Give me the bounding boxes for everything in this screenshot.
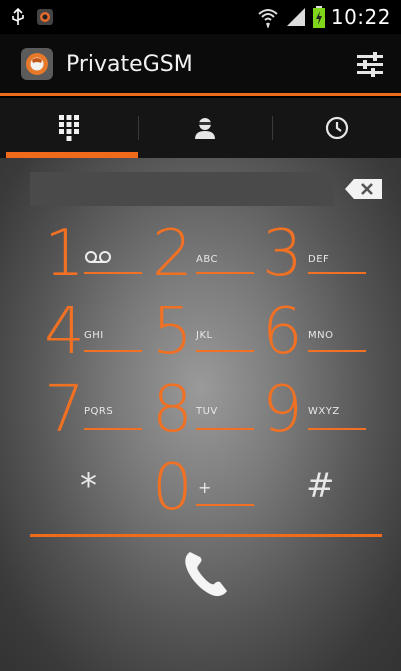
- key-letters: ABC: [196, 254, 219, 265]
- backspace-icon[interactable]: [344, 178, 384, 200]
- tab-bar: [0, 98, 401, 158]
- key-digit: 8: [152, 373, 193, 447]
- key-symbol: #: [306, 466, 335, 506]
- dialer-panel: 1 2 ABC 3 DEF 4 GHI 5 JKL 6 MNO 7 PQRS 8…: [0, 158, 401, 671]
- tab-contacts[interactable]: [138, 98, 272, 158]
- key-digit: 7: [44, 373, 85, 447]
- app-notification-icon: [37, 9, 53, 25]
- clock-icon: [325, 116, 348, 140]
- key-digit: 2: [152, 217, 193, 291]
- wifi-icon: [258, 9, 278, 28]
- divider-line: [30, 534, 382, 537]
- key-underline: [308, 350, 366, 352]
- key-underline: [308, 428, 366, 430]
- key-letters: DEF: [308, 254, 330, 265]
- key-digit: 3: [262, 217, 303, 291]
- app-title: PrivateGSM: [66, 52, 193, 77]
- settings-sliders-icon[interactable]: [355, 50, 385, 78]
- key-underline: [196, 504, 254, 506]
- dialpad-icon: [59, 115, 79, 141]
- key-letters: JKL: [196, 330, 213, 341]
- key-letters: MNO: [308, 330, 334, 341]
- key-underline: [196, 428, 254, 430]
- key-digit: 1: [44, 217, 85, 291]
- voicemail-icon: [85, 251, 111, 263]
- key-underline: [84, 428, 142, 430]
- app-logo-icon[interactable]: [20, 47, 54, 81]
- phone-call-icon[interactable]: [178, 546, 234, 602]
- tab-history[interactable]: [272, 98, 401, 158]
- key-digit: 5: [152, 295, 193, 369]
- key-digit: 0: [152, 451, 193, 525]
- usb-icon: [12, 7, 24, 25]
- key-letters: WXYZ: [308, 406, 340, 417]
- tab-dialpad[interactable]: [0, 98, 138, 158]
- key-underline: [196, 272, 254, 274]
- key-letters: GHI: [84, 330, 104, 341]
- battery-icon: [312, 6, 325, 28]
- key-letters: TUV: [196, 406, 218, 417]
- phone-number-input[interactable]: [30, 172, 334, 206]
- contact-person-icon: [195, 118, 215, 139]
- key-letters: PQRS: [84, 406, 114, 417]
- action-bar: PrivateGSM: [0, 34, 401, 96]
- signal-icon: [286, 8, 305, 26]
- key-letters: +: [198, 478, 212, 497]
- key-digit: 9: [262, 373, 303, 447]
- key-symbol: *: [80, 466, 97, 506]
- key-underline: [84, 350, 142, 352]
- key-digit: 6: [262, 295, 303, 369]
- key-underline: [84, 272, 142, 274]
- status-bar: 10:22: [0, 0, 401, 34]
- key-digit: 4: [44, 295, 85, 369]
- key-underline: [308, 272, 366, 274]
- clock: 10:22: [330, 5, 391, 29]
- key-underline: [196, 350, 254, 352]
